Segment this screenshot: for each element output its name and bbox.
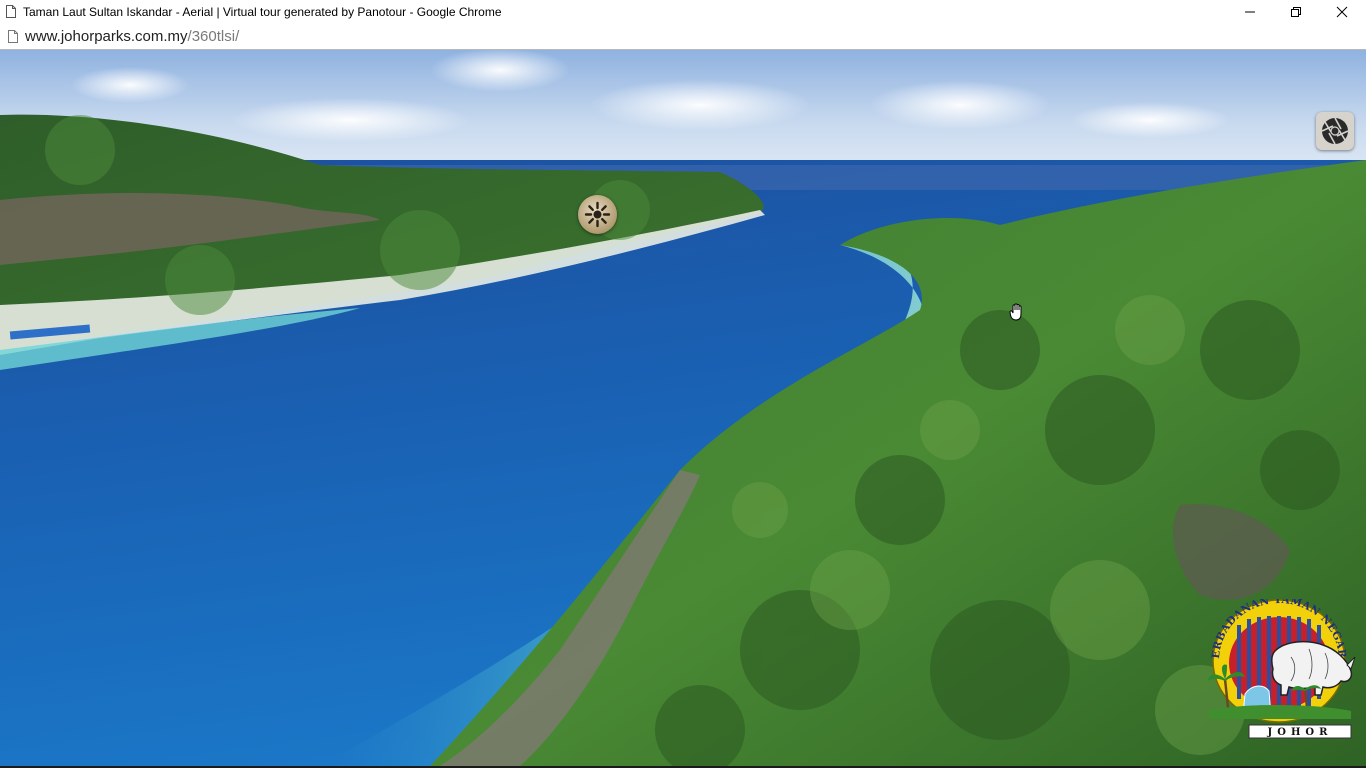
minimize-button[interactable] <box>1227 0 1273 24</box>
page-info-icon[interactable] <box>8 30 18 43</box>
restore-icon <box>1291 7 1301 17</box>
address-bar[interactable]: www.johorparks.com.my/360tlsi/ <box>0 24 1366 50</box>
perbadanan-taman-negara-johor-logo: PERBADANAN TAMAN NEGARA JOHOR <box>1205 599 1356 739</box>
window-title: Taman Laut Sultan Iskandar - Aerial | Vi… <box>23 5 502 19</box>
page-icon <box>6 5 16 18</box>
window-titlebar: Taman Laut Sultan Iskandar - Aerial | Vi… <box>0 0 1366 24</box>
close-button[interactable] <box>1319 0 1365 24</box>
restore-button[interactable] <box>1273 0 1319 24</box>
url-text[interactable]: www.johorparks.com.my/360tlsi/ <box>25 28 239 45</box>
close-icon <box>1336 6 1348 18</box>
scene-hotspot[interactable] <box>578 195 617 234</box>
logo-banner-text: JOHOR <box>1267 727 1333 738</box>
minimize-icon <box>1245 11 1255 13</box>
shutter-icon <box>1321 117 1349 145</box>
aerial-panorama-image <box>0 50 1366 766</box>
url-path: /360tlsi/ <box>187 28 240 45</box>
sun-hotspot-icon <box>584 201 611 228</box>
url-host: www.johorparks.com.my <box>25 28 188 45</box>
hand-cursor-icon <box>1009 303 1022 321</box>
tour-menu-button[interactable] <box>1316 112 1354 150</box>
panorama-viewer[interactable]: PERBADANAN TAMAN NEGARA JOHOR <box>0 50 1366 766</box>
